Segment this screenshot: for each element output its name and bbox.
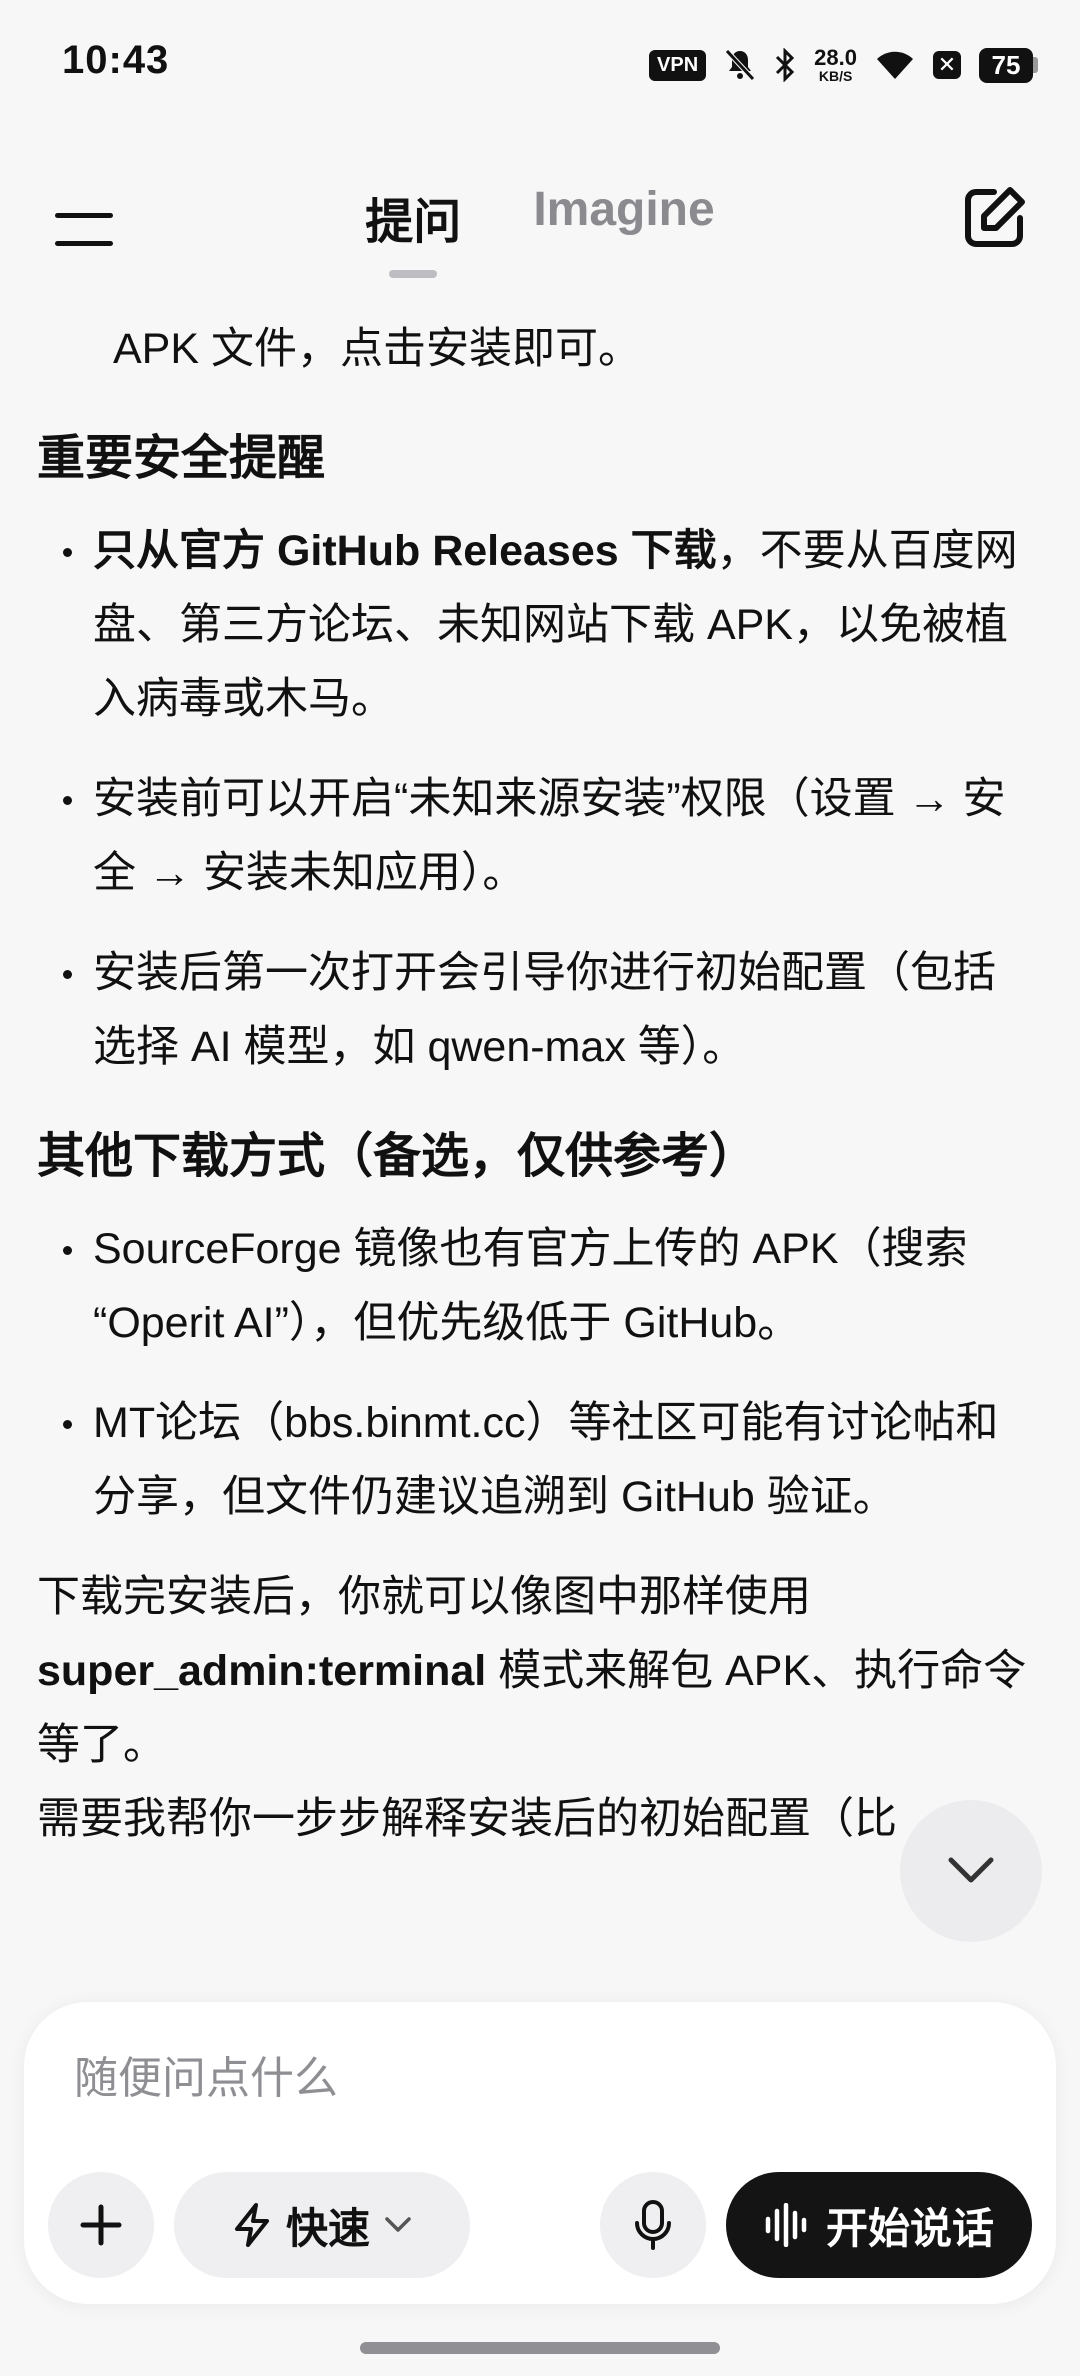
top-app-bar: 提问 Imagine — [0, 120, 1080, 310]
response-text: 需要我帮你一步步解释安装后的初始配置（比 — [37, 1795, 897, 1843]
lightning-icon — [234, 2203, 269, 2247]
vpn-icon: VPN — [649, 49, 707, 81]
waveform-icon — [765, 2203, 807, 2247]
voice-label: 开始说话 — [825, 2204, 994, 2252]
chat-response: APK 文件，点击安装即可。 重要安全提醒 只从官方 GitHub Releas… — [37, 312, 1037, 2012]
notification-x-icon: ✕ — [933, 51, 961, 79]
list-item: 只从官方 GitHub Releases 下载，不要从百度网盘、第三方论坛、未知… — [37, 514, 1037, 736]
list-item: MT论坛（bbs.binmt.cc）等社区可能有讨论帖和分享，但文件仍建议追溯到… — [37, 1386, 1037, 1534]
tab-ask[interactable]: 提问 — [365, 182, 461, 278]
mode-label: 快速 — [285, 2204, 370, 2252]
list-item: SourceForge 镜像也有官方上传的 APK（搜索 “Operit AI”… — [37, 1212, 1037, 1360]
response-text: 下载完安装后，你就可以像图中那样使用 super_admin:terminal … — [37, 1573, 1027, 1769]
list-item: 安装前可以开启“未知来源安装”权限（设置 → 安全 → 安装未知应用）。 — [37, 762, 1037, 910]
battery-icon: 75 — [979, 47, 1038, 83]
start-voice-button[interactable]: 开始说话 — [726, 2172, 1032, 2278]
microphone-button[interactable] — [600, 2172, 706, 2278]
status-bar: 10:43 VPN 28.0 KB/S ✕ 75 — [0, 0, 1080, 120]
section-heading: 其他下载方式（备选，仅供参考） — [37, 1130, 758, 1183]
chevron-down-icon — [385, 2217, 411, 2232]
network-speed: 28.0 KB/S — [814, 45, 857, 84]
composer: 随便问点什么 快速 开始说话 — [24, 2002, 1056, 2304]
chevron-down-icon — [948, 1857, 994, 1883]
response-text: APK 文件，点击安装即可。 — [113, 325, 641, 373]
bullet-list: SourceForge 镜像也有官方上传的 APK（搜索 “Operit AI”… — [37, 1212, 1037, 1534]
mute-bell-icon — [725, 49, 756, 81]
tab-indicator — [389, 270, 438, 278]
bluetooth-icon — [776, 48, 795, 82]
list-item: 安装后第一次打开会引导你进行初始配置（包括选择 AI 模型，如 qwen-max… — [37, 936, 1037, 1084]
compose-icon — [965, 187, 1025, 247]
plus-icon — [80, 2204, 122, 2246]
scroll-down-button[interactable] — [900, 1800, 1042, 1942]
tab-bar: 提问 Imagine — [0, 182, 1080, 278]
compose-button[interactable] — [958, 182, 1030, 254]
microphone-icon — [635, 2200, 671, 2250]
section-heading: 重要安全提醒 — [37, 432, 326, 485]
home-indicator[interactable] — [360, 2342, 720, 2354]
status-time: 10:43 — [62, 38, 170, 82]
mode-selector[interactable]: 快速 — [174, 2172, 470, 2278]
add-attachment-button[interactable] — [48, 2172, 154, 2278]
tab-imagine[interactable]: Imagine — [533, 182, 714, 252]
status-icons: VPN 28.0 KB/S ✕ 75 — [649, 40, 1038, 90]
message-input[interactable]: 随便问点什么 — [74, 2042, 338, 2106]
bullet-list: 只从官方 GitHub Releases 下载，不要从百度网盘、第三方论坛、未知… — [37, 514, 1037, 1084]
wifi-icon — [877, 51, 913, 79]
